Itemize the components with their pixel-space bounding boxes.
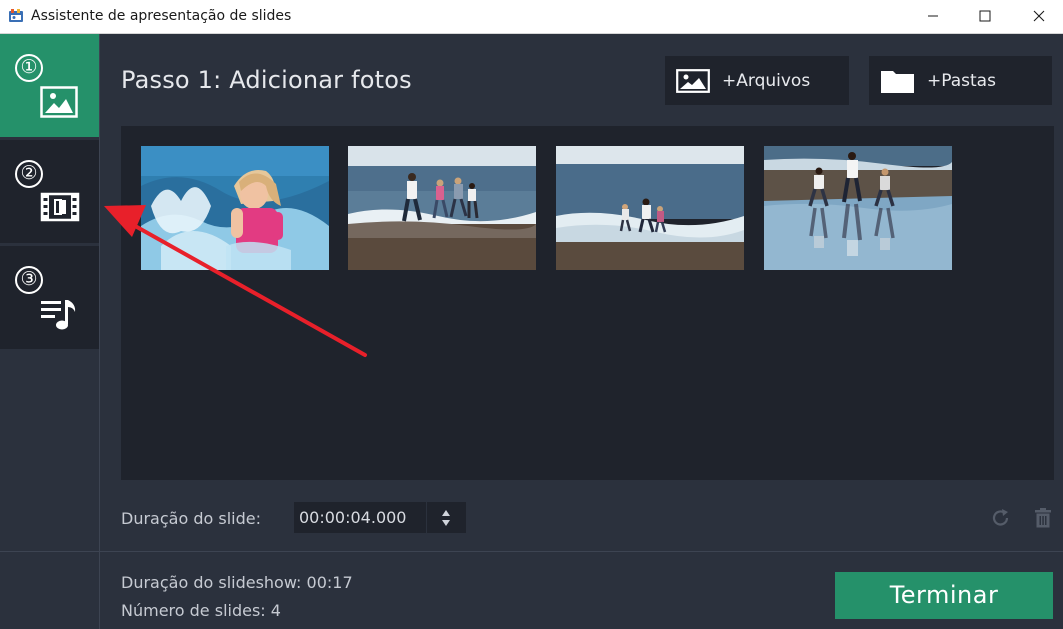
add-files-button[interactable]: +Arquivos: [665, 56, 849, 105]
close-icon: [1033, 10, 1045, 22]
photo-drop-area[interactable]: [121, 126, 1054, 480]
title-bar: Assistente de apresentação de slides: [0, 0, 1063, 34]
add-files-label: +Arquivos: [722, 70, 811, 91]
close-button[interactable]: [1016, 0, 1062, 32]
window-title: Assistente de apresentação de slides: [31, 8, 292, 24]
minimize-icon: [928, 15, 938, 17]
image-icon: [676, 68, 710, 93]
photo-thumbnail-family-reflection-on-wet-sand[interactable]: [764, 146, 952, 270]
minimize-button[interactable]: [910, 0, 956, 32]
maximize-icon: [979, 10, 991, 22]
image-icon: [40, 86, 78, 118]
film-transition-icon: [40, 192, 80, 222]
step-number: ②: [15, 160, 43, 188]
folder-icon: [881, 70, 914, 93]
photo-thumbnail-girl-splashing-in-sea[interactable]: [141, 146, 329, 270]
rotate-icon[interactable]: [990, 507, 1012, 529]
trash-icon[interactable]: [1033, 507, 1053, 529]
footer-divider: [0, 551, 1063, 552]
step-number: ③: [15, 266, 43, 294]
step-1-photos-tab[interactable]: ①: [0, 34, 99, 137]
step-rail: ① ② ③: [0, 34, 100, 629]
finish-button[interactable]: Terminar: [835, 572, 1053, 619]
slideshow-duration-text: Duração do slideshow: 00:17: [121, 573, 353, 592]
step-number: ①: [15, 54, 43, 82]
slide-duration-input[interactable]: 00:00:04.000: [294, 502, 426, 533]
photo-thumbnail-family-running-on-beach[interactable]: [348, 146, 536, 270]
maximize-button[interactable]: [962, 0, 1008, 32]
step-2-transitions-tab[interactable]: ②: [0, 140, 99, 243]
slide-duration-stepper[interactable]: [427, 502, 466, 533]
stepper-up-icon[interactable]: [442, 510, 450, 516]
add-folders-button[interactable]: +Pastas: [869, 56, 1052, 105]
page-title: Passo 1: Adicionar fotos: [121, 66, 412, 94]
slide-duration-label: Duração do slide:: [121, 509, 261, 528]
add-folders-label: +Pastas: [927, 70, 996, 91]
step-3-music-tab[interactable]: ③: [0, 246, 99, 349]
slide-count-text: Número de slides: 4: [121, 601, 281, 620]
music-playlist-icon: [41, 300, 76, 330]
stepper-down-icon[interactable]: [442, 520, 450, 526]
app-icon: [9, 9, 23, 22]
photo-thumbnail-kids-playing-in-waves[interactable]: [556, 146, 744, 270]
